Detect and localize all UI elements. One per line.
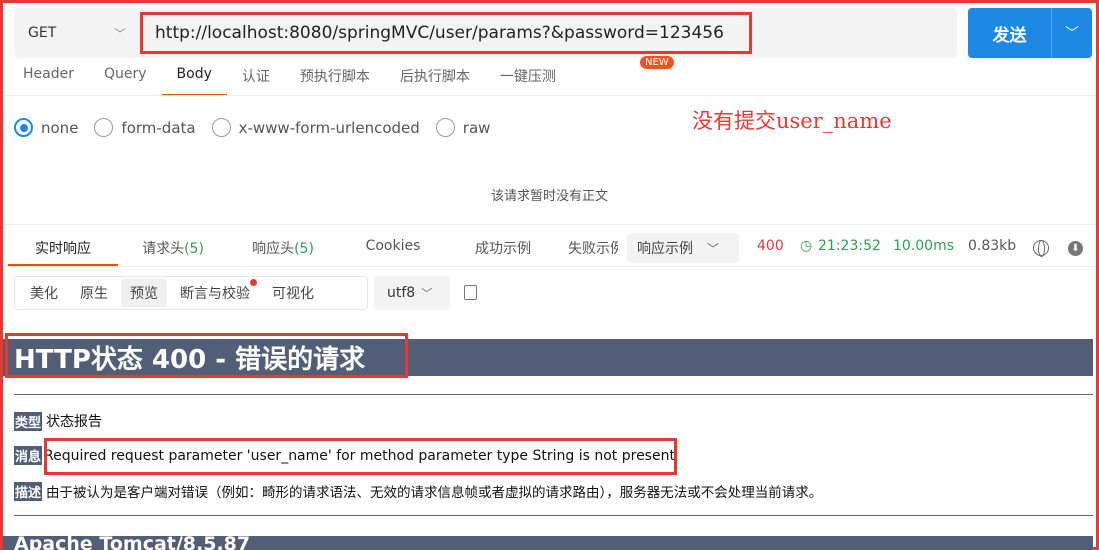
divider	[3, 224, 1096, 225]
example-select[interactable]: 响应示例 ﹀	[627, 233, 739, 263]
highlight-box-message	[44, 438, 677, 475]
radio-urlencoded[interactable]: x-www-form-urlencoded	[211, 118, 420, 137]
tab-query[interactable]: Query	[89, 60, 162, 96]
tab-count: (5)	[294, 241, 314, 257]
url-text: http://localhost:8080/springMVC/user/par…	[155, 23, 724, 43]
new-badge: NEW	[640, 56, 674, 69]
response-size: 0.83kb	[968, 238, 1017, 254]
radio-none[interactable]: none	[14, 118, 78, 137]
encoding-select[interactable]: utf8 ﹀	[374, 276, 450, 310]
status-code: 400	[757, 238, 784, 254]
response-time: 21:23:52	[818, 238, 881, 254]
radio-label: x-www-form-urlencoded	[238, 118, 420, 137]
tab-load-test[interactable]: 一键压测	[485, 60, 571, 96]
tab-post-script[interactable]: 后执行脚本	[385, 60, 485, 96]
tab-count: (5)	[184, 241, 204, 257]
error-type-value: 状态报告	[46, 414, 103, 430]
divider	[14, 394, 1093, 395]
encoding-label: utf8	[387, 285, 416, 301]
chevron-down-icon: ﹀	[707, 241, 720, 256]
view-raw[interactable]: 原生	[71, 279, 117, 307]
error-desc-value: 由于被认为是客户端对错误（例如：畸形的请求语法、无效的请求信息帧或者虚拟的请求路…	[46, 485, 823, 501]
view-beautify[interactable]: 美化	[21, 279, 67, 307]
view-preview[interactable]: 预览	[121, 279, 167, 307]
tab-response-headers[interactable]: 响应头(5)	[228, 228, 338, 266]
tab-live-response[interactable]: 实时响应	[8, 228, 118, 266]
method-label: GET	[28, 25, 57, 41]
tab-label: Cookies	[365, 238, 421, 254]
copy-icon[interactable]	[464, 285, 477, 300]
divider	[14, 515, 1093, 516]
response-tabs: 实时响应 请求头(5) 响应头(5) Cookies 成功示例 失败示例	[8, 228, 618, 266]
notification-dot	[250, 279, 257, 286]
tab-label: 成功示例	[475, 241, 531, 257]
tab-header[interactable]: Header	[8, 60, 89, 96]
radio-unchecked-icon	[94, 118, 114, 137]
radio-label: form-data	[121, 118, 196, 137]
radio-label: raw	[462, 118, 491, 137]
tab-request-headers[interactable]: 请求头(5)	[118, 228, 228, 266]
radio-unchecked-icon	[435, 118, 455, 137]
server-footer: Apache Tomcat/8.5.87	[3, 536, 1093, 550]
error-desc-label: 描述	[14, 481, 43, 501]
radio-raw[interactable]: raw	[435, 118, 491, 137]
divider	[3, 95, 1096, 96]
tab-label: 请求头	[142, 241, 185, 257]
send-button-group[interactable]: 发送 ﹀	[968, 8, 1092, 58]
error-type-line: 类型 状态报告	[14, 411, 102, 431]
response-duration: 10.00ms	[893, 238, 955, 254]
tab-pre-script[interactable]: 预执行脚本	[285, 60, 385, 96]
tab-body[interactable]: Body	[161, 60, 227, 96]
radio-label: none	[41, 118, 79, 137]
tab-auth[interactable]: 认证	[227, 60, 285, 96]
highlight-box-title	[5, 333, 408, 378]
tab-label: 响应头	[252, 241, 295, 257]
clock-icon: ◷	[800, 238, 813, 254]
request-tabs: Header Query Body 认证 预执行脚本 后执行脚本 一键压测	[8, 60, 571, 96]
divider	[3, 266, 1096, 267]
radio-checked-icon	[14, 118, 33, 137]
view-assertions[interactable]: 断言与校验	[171, 279, 259, 307]
server-footer-text: Apache Tomcat/8.5.87	[14, 536, 251, 550]
view-assertions-label: 断言与校验	[180, 286, 250, 302]
body-type-radios: none form-data x-www-form-urlencoded raw	[14, 118, 506, 137]
chevron-down-icon: ﹀	[421, 287, 433, 300]
error-desc-line: 描述 由于被认为是客户端对错误（例如：畸形的请求语法、无效的请求信息帧或者虚拟的…	[14, 481, 822, 501]
send-dropdown-chevron-icon[interactable]: ﹀	[1052, 8, 1092, 58]
example-select-label: 响应示例	[637, 241, 693, 257]
tab-fail-example[interactable]: 失败示例	[558, 228, 618, 266]
tab-success-example[interactable]: 成功示例	[448, 228, 558, 266]
download-icon[interactable]: ⬇	[1068, 241, 1083, 256]
error-message-label: 消息	[14, 446, 43, 465]
globe-icon[interactable]	[1033, 240, 1049, 257]
method-select[interactable]: GET ﹀	[14, 8, 134, 58]
empty-body-text: 该请求暂时没有正文	[490, 189, 608, 204]
tab-label: 实时响应	[35, 241, 91, 257]
error-type-label: 类型	[14, 411, 43, 431]
view-mode-tabs: 美化 原生 预览 断言与校验 可视化	[14, 276, 368, 310]
view-visualize[interactable]: 可视化	[263, 279, 323, 307]
tab-label: 失败示例	[568, 241, 618, 257]
chevron-down-icon: ﹀	[113, 27, 126, 41]
annotation-note: 没有提交user_name	[692, 109, 892, 133]
radio-form-data[interactable]: form-data	[94, 118, 196, 137]
tab-cookies[interactable]: Cookies	[338, 228, 448, 266]
url-input[interactable]: http://localhost:8080/springMVC/user/par…	[140, 12, 752, 54]
send-button[interactable]: 发送	[968, 8, 1052, 58]
radio-unchecked-icon	[211, 118, 231, 137]
